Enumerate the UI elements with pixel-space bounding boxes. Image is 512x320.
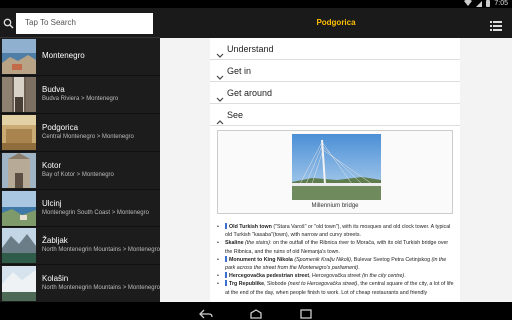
section-label: Get around: [227, 88, 273, 98]
article-content: Understand Get in Get around See Millenn…: [210, 38, 460, 302]
figure: Millennium bridge: [217, 130, 453, 214]
list-item: • Monument to King Nikola (Spomenik Kralj…: [217, 255, 447, 272]
search-input[interactable]: Tap To Search: [16, 13, 153, 34]
list-item[interactable]: Kotor Bay of Kotor > Montenegro: [0, 152, 160, 190]
budva-thumbnail: [2, 76, 36, 112]
listing-name[interactable]: Old Turkish town: [229, 224, 272, 230]
map-marker[interactable]: [225, 272, 227, 279]
place-region: Bay of Kotor > Montenegro: [42, 171, 114, 178]
article-header: Podgorica: [160, 8, 512, 38]
place-region: Montenegrin South Coast > Montenegro: [42, 209, 149, 216]
see-listing: • Old Turkish town ("Stara Varoš" or "old…: [216, 223, 456, 297]
list-item[interactable]: Budva Budva Riviera > Montenegro: [0, 76, 160, 114]
section-understand[interactable]: Understand: [210, 38, 460, 60]
millennium-bridge-photo[interactable]: [292, 134, 381, 200]
search-icon[interactable]: [3, 16, 14, 29]
map-marker[interactable]: [225, 255, 227, 262]
section-label: See: [227, 110, 244, 120]
place-list: Montenegro Budva Budva Riviera > Montene…: [0, 38, 160, 302]
listing-directions: (next to Hercegovačka street): [286, 281, 358, 288]
list-item[interactable]: Žabljak North Montenegrin Mountains > Mo…: [0, 227, 160, 266]
listing-address: , Hercegovačka street: [309, 273, 361, 280]
page-title: Podgorica: [316, 18, 356, 27]
list-menu-icon[interactable]: [490, 18, 502, 31]
place-name: Montenegro: [42, 51, 85, 60]
figure-caption: Millennium bridge: [311, 203, 359, 209]
listing-name[interactable]: Monument to King Nikola: [229, 257, 293, 263]
section-label: Get in: [227, 66, 252, 76]
list-item[interactable]: Ulcinj Montenegrin South Coast > Montene…: [0, 190, 160, 228]
chevron-down-icon: [216, 68, 224, 80]
podgorica-thumbnail: [2, 114, 36, 150]
zabljak-thumbnail: [2, 228, 36, 264]
ulcinj-thumbnail: [2, 190, 36, 226]
place-region: North Montenegrin Mountains > Montenegro: [42, 285, 160, 292]
section-see[interactable]: See: [210, 104, 460, 126]
list-item: • Hercegovačka pedestrian street, Hercego…: [217, 272, 406, 280]
place-name: Budva: [42, 84, 65, 94]
place-name: Podgorica: [42, 122, 79, 132]
article-panel: Podgorica Understand Get in Get around S…: [160, 8, 512, 302]
map-marker[interactable]: [225, 223, 227, 229]
place-name: Kolašin: [42, 274, 69, 284]
list-item[interactable]: Podgorica Central Montenegro > Montenegr…: [0, 114, 160, 152]
back-icon[interactable]: [199, 306, 213, 320]
listing-alias: (the stairs): [243, 240, 271, 247]
recent-apps-icon[interactable]: [299, 306, 313, 320]
list-item: • Trg Republike, Slobode (next to Hercego…: [217, 280, 454, 296]
list-item: • Skaline (the stairs): on the outfall of…: [217, 240, 449, 255]
list-item[interactable]: Kolašin North Montenegrin Mountains > Mo…: [0, 265, 160, 302]
list-item[interactable]: Montenegro: [0, 38, 160, 76]
section-get-in[interactable]: Get in: [210, 60, 460, 82]
place-region: North Montenegrin Mountains > Montenegro: [42, 247, 160, 254]
search-bar: Tap To Search: [0, 8, 160, 38]
clock: 7:05: [494, 0, 508, 7]
battery-icon: [486, 0, 491, 7]
listing-address: , Slobode: [264, 281, 287, 288]
place-region: Budva Riviera > Montenegro: [42, 95, 119, 102]
place-name: Ulcinj: [42, 198, 62, 208]
listing-name[interactable]: Trg Republike: [229, 281, 264, 287]
status-bar: 7:05: [0, 0, 512, 8]
place-name: Žabljak: [42, 236, 68, 246]
kotor-thumbnail: [2, 152, 36, 188]
list-item: • Old Turkish town ("Stara Varoš" or "old…: [217, 223, 451, 239]
map-marker[interactable]: [225, 280, 227, 287]
listing-name[interactable]: Hercegovačka pedestrian street: [229, 273, 309, 279]
search-placeholder: Tap To Search: [25, 18, 76, 27]
kolasin-thumbnail: [2, 266, 36, 302]
listing-alias: (Spomenik Kralju Nikoli): [292, 256, 351, 263]
chevron-up-icon: [216, 112, 224, 125]
signal-icon: [476, 0, 483, 7]
system-nav-bar: [0, 302, 512, 320]
wifi-icon: [464, 0, 473, 8]
place-region: Central Montenegro > Montenegro: [42, 133, 134, 140]
place-sidebar: Tap To Search Montenegro Budva Budva Riv…: [0, 8, 160, 302]
listing-name[interactable]: Skaline: [225, 240, 244, 246]
place-name: Kotor: [42, 160, 62, 170]
home-icon[interactable]: [249, 306, 263, 320]
chevron-down-icon: [216, 90, 224, 102]
chevron-down-icon: [216, 46, 224, 58]
section-label: Understand: [227, 44, 274, 54]
montenegro-thumbnail: [2, 39, 36, 74]
listing-directions: (in the city centre): [360, 273, 405, 280]
listing-address: , Bulevar Svetog Petra Cetinjskog: [350, 256, 431, 263]
section-get-around[interactable]: Get around: [210, 82, 460, 104]
